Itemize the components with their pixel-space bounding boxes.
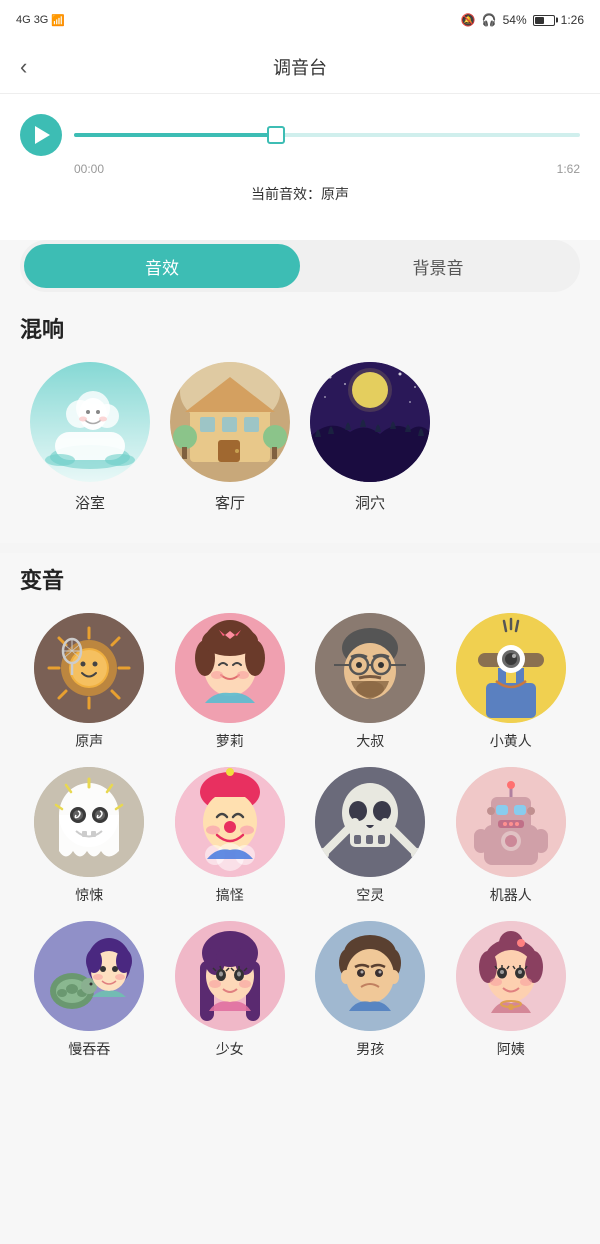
voice-section: 变音 xyxy=(0,563,600,1069)
reverb-section: 混响 xyxy=(0,312,600,533)
voice-label-loli: 萝莉 xyxy=(216,731,244,751)
voice-label-original: 原声 xyxy=(75,731,103,751)
play-button[interactable] xyxy=(20,114,62,156)
voice-label-ethereal: 空灵 xyxy=(356,885,384,905)
tab-effects[interactable]: 音效 xyxy=(24,244,300,288)
page-title: 调音台 xyxy=(273,54,327,80)
battery-icon xyxy=(533,15,555,26)
voice-circle-original xyxy=(34,613,144,723)
voice-grid: 原声 xyxy=(20,613,580,1059)
total-time: 1:62 xyxy=(557,162,580,176)
voice-item-robot[interactable]: 机器人 xyxy=(446,767,577,905)
reverb-label-living: 客厅 xyxy=(215,492,245,513)
audio-player xyxy=(20,114,580,156)
voice-circle-robot xyxy=(456,767,566,877)
current-effect: 当前音效：原声 xyxy=(20,184,580,204)
voice-item-ethereal[interactable]: 空灵 xyxy=(305,767,436,905)
signal-info: 4G 3G 📶 xyxy=(16,14,65,27)
reverb-circle-living xyxy=(170,362,290,482)
signal-4g: 4G xyxy=(16,14,31,26)
play-icon xyxy=(35,126,50,144)
voice-circle-loli xyxy=(175,613,285,723)
voice-item-original[interactable]: 原声 xyxy=(24,613,155,751)
voice-label-robot: 机器人 xyxy=(490,885,532,905)
voice-circle-girl xyxy=(175,921,285,1031)
voice-item-uncle[interactable]: 大叔 xyxy=(305,613,436,751)
voice-label-minion: 小黄人 xyxy=(490,731,532,751)
reverb-item-bathroom[interactable]: 浴室 xyxy=(30,362,150,513)
voice-circle-auntie xyxy=(456,921,566,1031)
voice-circle-uncle xyxy=(315,613,425,723)
voice-circle-boy xyxy=(315,921,425,1031)
header: ‹ 调音台 xyxy=(0,40,600,94)
voice-title: 变音 xyxy=(20,563,580,595)
current-time: 00:00 xyxy=(74,162,104,176)
reverb-circle-bathroom xyxy=(30,362,150,482)
voice-item-girl[interactable]: 少女 xyxy=(165,921,296,1059)
player-section: 00:00 1:62 当前音效：原声 xyxy=(0,94,600,240)
progress-container[interactable] xyxy=(74,125,580,145)
reverb-label-bathroom: 浴室 xyxy=(75,492,105,513)
voice-circle-slow xyxy=(34,921,144,1031)
reverb-item-cave[interactable]: 洞穴 xyxy=(310,362,430,513)
voice-item-slow[interactable]: 慢吞吞 xyxy=(24,921,155,1059)
reverb-label-cave: 洞穴 xyxy=(355,492,385,513)
voice-label-auntie: 阿姨 xyxy=(497,1039,525,1059)
voice-label-uncle: 大叔 xyxy=(356,731,384,751)
voice-item-horror[interactable]: 惊悚 xyxy=(24,767,155,905)
voice-label-boy: 男孩 xyxy=(356,1039,384,1059)
status-bar: 4G 3G 📶 🔕 🎧 54% 1:26 xyxy=(0,0,600,40)
voice-label-funny: 搞怪 xyxy=(216,885,244,905)
voice-circle-ethereal xyxy=(315,767,425,877)
reverb-circle-cave xyxy=(310,362,430,482)
voice-label-girl: 少女 xyxy=(216,1039,244,1059)
bell-icon: 🔕 xyxy=(461,13,476,27)
battery-percent: 54% xyxy=(503,13,527,27)
voice-circle-horror xyxy=(34,767,144,877)
headphone-icon: 🎧 xyxy=(482,13,497,27)
voice-circle-funny xyxy=(175,767,285,877)
reverb-title: 混响 xyxy=(20,312,580,344)
back-button[interactable]: ‹ xyxy=(20,56,27,78)
clock: 1:26 xyxy=(561,13,584,27)
voice-item-minion[interactable]: 小黄人 xyxy=(446,613,577,751)
wifi-icon: 📶 xyxy=(51,14,65,27)
voice-circle-minion xyxy=(456,613,566,723)
progress-thumb[interactable] xyxy=(267,126,285,144)
status-right: 🔕 🎧 54% 1:26 xyxy=(461,13,584,27)
reverb-item-living[interactable]: 客厅 xyxy=(170,362,290,513)
tab-switch: 音效 背景音 xyxy=(20,240,580,292)
voice-item-auntie[interactable]: 阿姨 xyxy=(446,921,577,1059)
voice-item-funny[interactable]: 搞怪 xyxy=(165,767,296,905)
progress-fill xyxy=(74,133,276,137)
time-row: 00:00 1:62 xyxy=(20,162,580,176)
voice-item-boy[interactable]: 男孩 xyxy=(305,921,436,1059)
voice-item-loli[interactable]: 萝莉 xyxy=(165,613,296,751)
tab-bgm[interactable]: 背景音 xyxy=(300,244,576,288)
signal-3g: 3G xyxy=(34,14,49,26)
reverb-grid: 浴室 xyxy=(20,362,580,513)
voice-label-horror: 惊悚 xyxy=(75,885,103,905)
section-divider xyxy=(0,543,600,553)
progress-track xyxy=(74,133,580,137)
voice-label-slow: 慢吞吞 xyxy=(68,1039,110,1059)
